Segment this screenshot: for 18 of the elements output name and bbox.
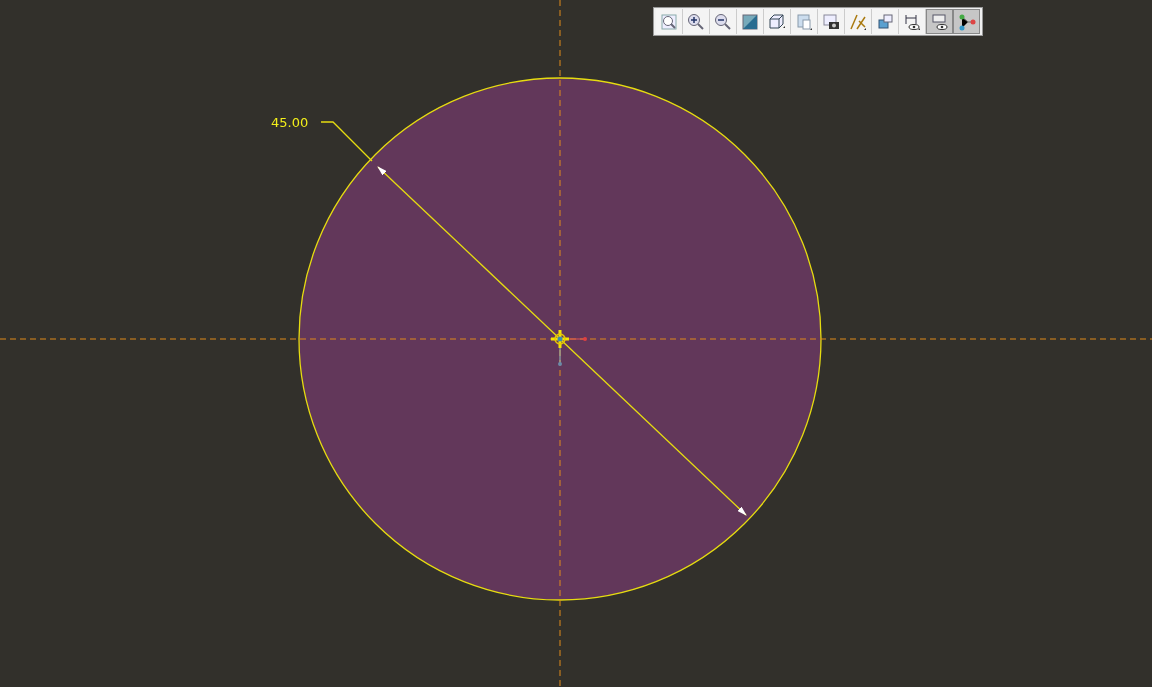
display-eye-icon: [929, 11, 950, 32]
cube-icon: [767, 11, 787, 32]
toolbar-button[interactable]: [710, 9, 737, 34]
datum-layers-icon: [875, 11, 895, 32]
toolbar-button[interactable]: [953, 9, 980, 34]
dimension-value: 45.00: [271, 115, 309, 130]
center-point-marker: [549, 328, 587, 366]
view-sheets-icon: [794, 11, 814, 32]
zoom-out-icon: [713, 11, 733, 32]
leader-line: [320, 121, 373, 162]
toolbar-button[interactable]: [818, 9, 845, 34]
shaded-square-icon: [740, 11, 760, 32]
toolbar-button[interactable]: [737, 9, 764, 34]
toolbar-button[interactable]: [683, 9, 710, 34]
toolbar-button[interactable]: [899, 9, 926, 34]
magnifier-icon: [659, 11, 679, 32]
camera-icon: [821, 11, 841, 32]
zoom-in-icon: [686, 11, 706, 32]
